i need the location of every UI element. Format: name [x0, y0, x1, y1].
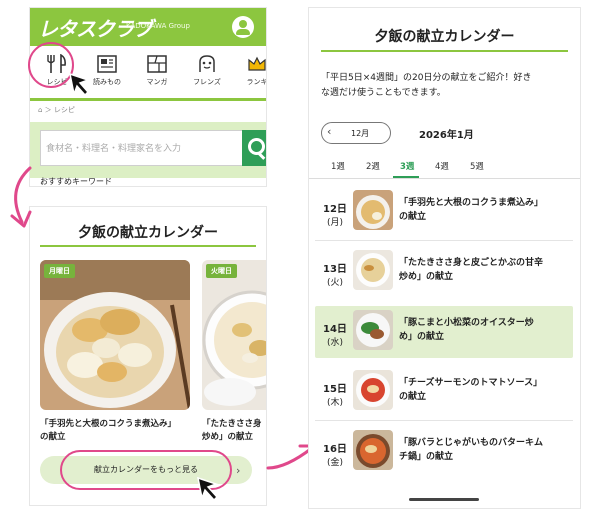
dish-caption[interactable]: 「たたきささ身 炒め」の献立: [202, 418, 266, 444]
dish-photo-tuesday[interactable]: [202, 260, 266, 410]
weekday: (水): [327, 338, 344, 348]
search-placeholder: 食材名・料理名・料理家名を入力: [46, 144, 182, 154]
menu-line: 「豚バラとじゃがいものバターキム: [399, 438, 544, 448]
menu-line: 炒め」の献立: [399, 272, 454, 282]
row-divider: [315, 420, 573, 421]
tab-week-3[interactable]: 3週: [400, 160, 414, 172]
menu-title[interactable]: 「豚バラとじゃがいものバターキム チ鍋」の献立: [399, 436, 579, 464]
menu-line: 「たたきささ身と皮ごとかぶの甘辛: [399, 258, 544, 268]
dish-thumbnail[interactable]: [353, 430, 393, 470]
tab-week-5[interactable]: 5週: [470, 160, 484, 172]
dish-caption[interactable]: 「手羽先と大根のコクうま煮込み」 の献立: [40, 418, 196, 444]
menu-line: 「豚こまと小松菜のオイスター炒: [399, 318, 534, 328]
recipe-top-screen: レタスクラブ KADOKAWA Group レシピ 読みもの マンガ フレンズ …: [30, 8, 266, 186]
caption-line: の献立: [40, 432, 66, 442]
tab-week-4[interactable]: 4週: [435, 160, 449, 172]
flow-arrow-icon: [10, 166, 32, 228]
menu-line: め」の献立: [399, 332, 445, 342]
weekday-badge: 火曜日: [206, 264, 237, 278]
screen-title: 夕飯の献立カレンダー: [374, 29, 515, 45]
crown-icon: [248, 56, 266, 71]
weekday: (月): [327, 218, 344, 228]
search-button[interactable]: [242, 130, 266, 166]
day-number: 12日: [323, 204, 347, 215]
prev-month-label: 12月: [351, 129, 370, 138]
category-label: ランキ: [246, 78, 267, 86]
category-manga[interactable]: マンガ: [132, 54, 182, 96]
chevron-right-icon[interactable]: ›: [236, 464, 240, 477]
day-number: 16日: [323, 444, 347, 455]
menu-line: 「手羽先と大根のコクうま煮込み」: [399, 198, 544, 208]
dish-thumbnail[interactable]: [353, 310, 393, 350]
dish-photo-monday[interactable]: [40, 260, 190, 410]
category-friends[interactable]: フレンズ: [182, 54, 232, 96]
calendar-detail-screen: 夕飯の献立カレンダー 「平日5日×4週間」の20日分の献立をご紹介！好き な週だ…: [309, 8, 580, 508]
manga-icon: [147, 55, 167, 73]
intro-text: 「平日5日×4週間」の20日分の献立をご紹介！好き な週だけ使うこともできます。: [321, 71, 571, 101]
friends-icon: [199, 55, 215, 72]
menu-line: の献立: [399, 392, 427, 402]
breadcrumb-label[interactable]: レシピ: [54, 106, 75, 114]
tab-week-2[interactable]: 2週: [366, 160, 380, 172]
caption-line: 「手羽先と大根のコクうま煮込み」: [40, 419, 177, 429]
cursor-arrow-icon: [69, 72, 91, 97]
day-number: 14日: [323, 324, 347, 335]
menu-line: チ鍋」の献立: [399, 452, 454, 462]
row-divider: [315, 240, 573, 241]
day-number: 15日: [323, 384, 347, 395]
day-number: 13日: [323, 264, 347, 275]
category-label: マンガ: [146, 78, 168, 86]
newspaper-icon: [97, 55, 117, 73]
weekday: (金): [327, 458, 344, 468]
category-label: フレンズ: [193, 78, 221, 86]
dish-thumbnail[interactable]: [353, 190, 393, 230]
home-indicator: [409, 498, 479, 501]
caption-line: 炒め」の献立: [202, 432, 254, 442]
title-underline: [40, 245, 256, 247]
intro-line: な週だけ使うこともできます。: [321, 88, 446, 98]
current-month: 2026年1月: [419, 130, 474, 141]
menu-title[interactable]: 「チーズサーモンのトマトソース」 の献立: [399, 376, 579, 404]
dish-thumbnail[interactable]: [353, 250, 393, 290]
card-title: 夕飯の献立カレンダー: [78, 225, 218, 241]
tab-week-1[interactable]: 1週: [331, 160, 345, 172]
chevron-left-icon: ‹: [327, 125, 332, 138]
weekday: (火): [327, 278, 344, 288]
dish-thumbnail[interactable]: [353, 370, 393, 410]
category-ranking[interactable]: ランキ: [232, 54, 266, 96]
menu-title[interactable]: 「手羽先と大根のコクうま煮込み」 の献立: [399, 196, 579, 224]
home-icon[interactable]: ⌂: [38, 106, 42, 114]
intro-line: 「平日5日×4週間」の20日分の献立をご紹介！好き: [321, 73, 532, 83]
user-icon[interactable]: [232, 16, 254, 38]
menu-title[interactable]: 「豚こまと小松菜のオイスター炒 め」の献立: [399, 316, 579, 344]
breadcrumb[interactable]: ⌂ ＞ レシピ: [38, 105, 75, 115]
week-tabs-divider: [309, 178, 580, 179]
menu-title[interactable]: 「たたきささ身と皮ごとかぶの甘辛 炒め」の献立: [399, 256, 579, 284]
category-underline: [30, 98, 266, 101]
caption-line: 「たたきささ身: [202, 419, 262, 429]
menu-line: 「チーズサーモンのトマトソース」: [399, 378, 543, 388]
cursor-arrow-icon: [197, 476, 219, 502]
title-underline: [321, 50, 568, 52]
publisher-label: KADOKAWA Group: [126, 22, 190, 30]
weekday: (木): [327, 398, 344, 408]
menu-line: の献立: [399, 212, 427, 222]
weekday-badge: 月曜日: [44, 264, 75, 278]
